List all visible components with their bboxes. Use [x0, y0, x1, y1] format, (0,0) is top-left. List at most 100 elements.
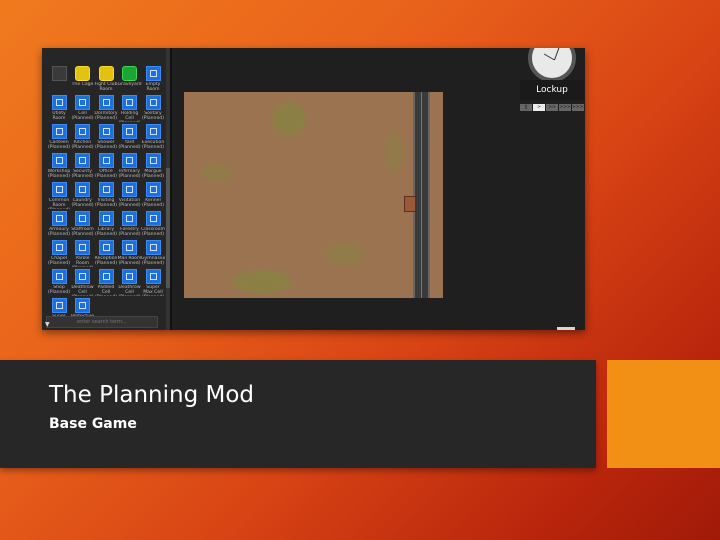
room-label: Morgue (Planned)	[141, 169, 164, 179]
room-icon	[122, 211, 137, 226]
room-button[interactable]: Reception (Planned)	[95, 240, 117, 268]
room-button[interactable]: Execution (Planned)	[142, 124, 164, 152]
room-button[interactable]: Classroom (Planned)	[141, 211, 165, 239]
room-panel: The Cage Fight Club Room Graveyard Empty Ro…	[42, 48, 172, 330]
cage-icon	[75, 66, 90, 81]
room-label: Deathrow Cell (Planned)	[71, 285, 94, 296]
room-icon	[145, 95, 161, 110]
room-button[interactable]: Armoury (Planned)	[48, 211, 70, 239]
room-button[interactable]: Laundry (Planned)	[71, 182, 94, 210]
delivery-truck[interactable]	[404, 196, 416, 212]
speed-button[interactable]: >>>>	[572, 104, 585, 111]
room-label: Staffroom (Planned)	[71, 227, 94, 237]
room-label: Graveyard	[117, 82, 142, 87]
room-icon	[122, 240, 137, 255]
room-button[interactable]: Common Room (Planned)	[48, 182, 70, 210]
room-button[interactable]: Shop (Planned)	[48, 269, 70, 297]
room-icon	[51, 298, 67, 313]
panel-scrollbar[interactable]	[166, 48, 170, 330]
grass-patch	[324, 242, 364, 266]
room-button[interactable]: Canteen (Planned)	[48, 124, 70, 152]
room-button[interactable]: Kennel (Planned)	[142, 182, 164, 210]
room-label: Shop (Planned)	[47, 285, 70, 295]
room-button[interactable]: Deathrow Cell (Planned)	[118, 269, 141, 297]
room-button[interactable]: Kitchen (Planned)	[71, 124, 94, 152]
room-icon	[122, 269, 137, 284]
room-label: Yard (Planned)	[118, 140, 141, 150]
clock-icon	[528, 48, 576, 82]
room-button[interactable]: Forestry (Planned)	[118, 211, 141, 239]
room-icon	[98, 182, 114, 197]
room-label: Library (Planned)	[94, 227, 117, 237]
room-button[interactable]: Cell (Planned)	[71, 95, 94, 123]
scrollbar-thumb[interactable]	[166, 168, 170, 288]
collapse-arrow-icon[interactable]: ▼	[45, 321, 50, 328]
room-button[interactable]: Mail Room (Planned)	[117, 240, 142, 268]
room-button[interactable]: Padded Cell (Planned)	[95, 269, 117, 297]
room-button[interactable]: Office (Planned)	[95, 153, 117, 181]
room-button[interactable]: Workshop (Planned)	[48, 153, 70, 181]
room-button[interactable]: Infirmary (Planned)	[118, 153, 141, 181]
room-button[interactable]: Fight Club Room	[95, 66, 117, 94]
room-icon	[122, 153, 137, 168]
room-button[interactable]: Visitation (Planned)	[118, 182, 141, 210]
slide-title: The Planning Mod	[49, 382, 254, 408]
room-icon	[51, 153, 67, 168]
room-button[interactable]: Gymnasium (Planned)	[141, 240, 165, 268]
speed-button[interactable]: >>	[546, 104, 558, 111]
speed-button[interactable]: ||	[520, 104, 532, 111]
room-icon	[98, 95, 114, 110]
search-input[interactable]: enter search term...	[46, 316, 158, 328]
room-icon	[75, 269, 90, 284]
room-label: Gymnasium (Planned)	[141, 256, 165, 266]
grass-patch	[232, 270, 292, 294]
room-label: Utility Room	[52, 111, 66, 121]
room-button[interactable]: Visiting (Planned)	[95, 182, 117, 210]
room-label: Laundry (Planned)	[71, 198, 94, 208]
accent-box	[607, 360, 720, 468]
room-icon	[75, 211, 90, 226]
room-button[interactable]: Graveyard	[117, 66, 142, 94]
room-icon	[98, 269, 114, 284]
room-button[interactable]: Super Max Cell (Planned)	[142, 269, 164, 297]
room-button[interactable]: Solitary (Planned)	[142, 95, 164, 123]
room-label: Classroom (Planned)	[141, 227, 165, 237]
room-button[interactable]: Yard (Planned)	[118, 124, 141, 152]
room-label: Reception (Planned)	[94, 256, 118, 266]
room-grid: The Cage Fight Club Room Graveyard Empty Ro…	[48, 66, 165, 326]
room-button[interactable]: Shower (Planned)	[95, 124, 117, 152]
room-icon	[51, 240, 67, 255]
room-label: Office (Planned)	[94, 169, 117, 179]
regime-label[interactable]: Lockup	[520, 80, 584, 100]
room-button[interactable]: Dormitory (Planned)	[94, 95, 118, 123]
room-icon	[51, 95, 67, 110]
room-label: Holding Cell (Planned)	[118, 111, 140, 122]
room-button[interactable]: The Cage	[72, 66, 94, 94]
room-button[interactable]: Chapel (Planned)	[48, 240, 70, 268]
room-button[interactable]: Staffroom (Planned)	[71, 211, 94, 239]
room-label: Padded Cell (Planned)	[95, 285, 117, 296]
room-icon	[145, 240, 161, 255]
room-button[interactable]: Utility Room	[48, 95, 70, 123]
room-label: Forestry (Planned)	[118, 227, 141, 237]
corner-indicator	[557, 327, 575, 330]
room-button[interactable]: Deathrow Cell (Planned)	[71, 269, 94, 297]
speed-controls: ||>>>>>>>>>>	[520, 104, 585, 111]
room-label: Cell (Planned)	[71, 111, 94, 121]
room-label: Mail Room (Planned)	[117, 256, 142, 266]
room-icon	[75, 240, 90, 255]
fight-club-icon	[98, 66, 114, 81]
room-button[interactable]: Parole Room (Planned)	[71, 240, 94, 268]
speed-button[interactable]: >	[533, 104, 545, 111]
room-label: The Cage	[71, 82, 94, 87]
room-button[interactable]: Holding Cell (Planned)	[118, 95, 141, 123]
speed-button[interactable]: >>>	[559, 104, 571, 111]
room-button[interactable]: Library (Planned)	[95, 211, 117, 239]
game-map[interactable]	[184, 92, 443, 298]
room-icon	[122, 95, 137, 110]
title-band: The Planning Mod Base Game	[0, 360, 596, 468]
room-button[interactable]: Empty Room	[142, 66, 164, 94]
room-button[interactable]	[48, 66, 70, 94]
room-button[interactable]: Morgue (Planned)	[142, 153, 164, 181]
room-button[interactable]: Security (Planned)	[71, 153, 94, 181]
